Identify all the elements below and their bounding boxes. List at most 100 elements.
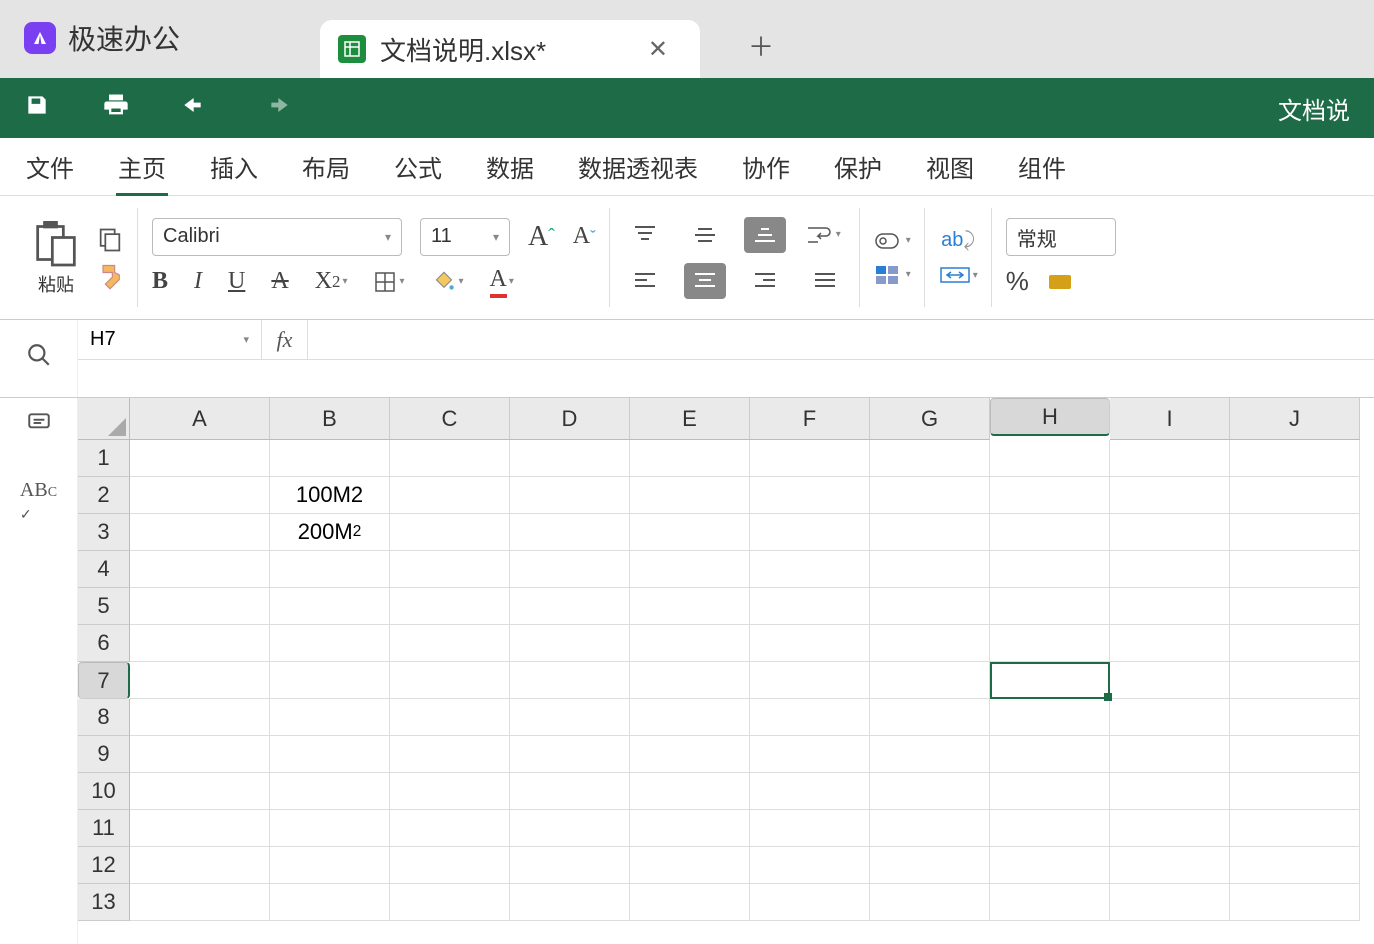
cell[interactable]: [270, 847, 390, 884]
cell[interactable]: [510, 662, 630, 699]
row-header[interactable]: 7: [78, 662, 130, 699]
cell[interactable]: [1230, 884, 1360, 921]
col-header[interactable]: F: [750, 398, 870, 440]
cell[interactable]: [1230, 736, 1360, 773]
cell[interactable]: [510, 773, 630, 810]
cell[interactable]: [990, 440, 1110, 477]
strikethrough-button[interactable]: A: [271, 268, 288, 295]
col-header[interactable]: J: [1230, 398, 1360, 440]
cell[interactable]: [130, 699, 270, 736]
menu-item-1[interactable]: 主页: [116, 137, 168, 196]
col-header[interactable]: B: [270, 398, 390, 440]
cell[interactable]: [270, 551, 390, 588]
col-header[interactable]: I: [1110, 398, 1230, 440]
search-icon[interactable]: [26, 342, 52, 375]
menu-item-5[interactable]: 数据: [484, 137, 536, 196]
cell[interactable]: [510, 440, 630, 477]
cell[interactable]: [1110, 884, 1230, 921]
cell[interactable]: [630, 699, 750, 736]
cell[interactable]: [390, 662, 510, 699]
fx-icon[interactable]: fx: [262, 320, 308, 359]
cell[interactable]: [130, 662, 270, 699]
cell[interactable]: [870, 699, 990, 736]
cell[interactable]: [270, 662, 390, 699]
document-tab[interactable]: 文档说明.xlsx* ✕: [320, 20, 700, 78]
cell[interactable]: [630, 588, 750, 625]
align-center-icon[interactable]: [684, 263, 726, 299]
name-box[interactable]: H7▾: [78, 320, 262, 359]
menu-item-3[interactable]: 布局: [300, 137, 352, 196]
cell[interactable]: [1110, 477, 1230, 514]
cell[interactable]: [1230, 847, 1360, 884]
cell[interactable]: [750, 588, 870, 625]
cell[interactable]: [510, 514, 630, 551]
align-top-icon[interactable]: [624, 217, 666, 253]
cell[interactable]: [390, 847, 510, 884]
cell[interactable]: [1230, 551, 1360, 588]
spreadsheet-grid[interactable]: ABCDEFGHIJ 12345678910111213 100M2200M2: [78, 398, 1374, 944]
bold-button[interactable]: B: [152, 268, 168, 295]
cell[interactable]: [270, 440, 390, 477]
cell[interactable]: [130, 810, 270, 847]
superscript-button[interactable]: X2▾: [315, 268, 348, 295]
align-middle-icon[interactable]: [684, 217, 726, 253]
cell[interactable]: [870, 440, 990, 477]
cell[interactable]: [270, 736, 390, 773]
underline-button[interactable]: U: [228, 268, 245, 295]
cell[interactable]: [750, 440, 870, 477]
percent-icon[interactable]: %: [1006, 266, 1029, 297]
cell[interactable]: [750, 773, 870, 810]
cell[interactable]: [1230, 662, 1360, 699]
cell[interactable]: [390, 625, 510, 662]
col-header[interactable]: H: [990, 398, 1110, 436]
cell[interactable]: [990, 662, 1110, 699]
menu-item-6[interactable]: 数据透视表: [576, 137, 700, 196]
cell[interactable]: [630, 736, 750, 773]
cell[interactable]: [990, 847, 1110, 884]
row-header[interactable]: 11: [78, 810, 130, 847]
cell[interactable]: [1110, 699, 1230, 736]
named-range-icon[interactable]: ▾: [874, 230, 911, 252]
col-header[interactable]: C: [390, 398, 510, 440]
cell[interactable]: [130, 514, 270, 551]
cell[interactable]: [1230, 699, 1360, 736]
undo-icon[interactable]: [182, 93, 210, 124]
cell[interactable]: [390, 773, 510, 810]
cell[interactable]: [750, 551, 870, 588]
cell[interactable]: [130, 773, 270, 810]
cell[interactable]: [1110, 736, 1230, 773]
menu-item-8[interactable]: 保护: [832, 137, 884, 196]
decrease-font-icon[interactable]: Aˇ: [573, 223, 596, 250]
print-icon[interactable]: [102, 91, 130, 126]
italic-button[interactable]: I: [194, 268, 202, 295]
cell[interactable]: [630, 551, 750, 588]
align-right-icon[interactable]: [744, 263, 786, 299]
align-justify-icon[interactable]: [804, 263, 846, 299]
col-header[interactable]: D: [510, 398, 630, 440]
cell[interactable]: [990, 736, 1110, 773]
cell[interactable]: [750, 477, 870, 514]
row-header[interactable]: 1: [78, 440, 130, 477]
cell[interactable]: [270, 625, 390, 662]
cell[interactable]: [1110, 514, 1230, 551]
cell[interactable]: [630, 847, 750, 884]
cell[interactable]: [270, 773, 390, 810]
row-header[interactable]: 12: [78, 847, 130, 884]
cell[interactable]: [750, 625, 870, 662]
add-tab-button[interactable]: ＋: [748, 27, 774, 78]
cell[interactable]: [1110, 440, 1230, 477]
row-header[interactable]: 9: [78, 736, 130, 773]
cell[interactable]: [130, 551, 270, 588]
cell[interactable]: [130, 625, 270, 662]
menu-item-10[interactable]: 组件: [1016, 137, 1068, 196]
cell[interactable]: [750, 884, 870, 921]
cell[interactable]: [1110, 662, 1230, 699]
cells-area[interactable]: 100M2200M2: [130, 440, 1374, 944]
cell[interactable]: [750, 810, 870, 847]
cell[interactable]: [750, 699, 870, 736]
cell[interactable]: [630, 477, 750, 514]
cell[interactable]: [510, 884, 630, 921]
cell[interactable]: [510, 551, 630, 588]
cell[interactable]: [1110, 773, 1230, 810]
wrap-text-icon[interactable]: ▾: [804, 222, 841, 248]
